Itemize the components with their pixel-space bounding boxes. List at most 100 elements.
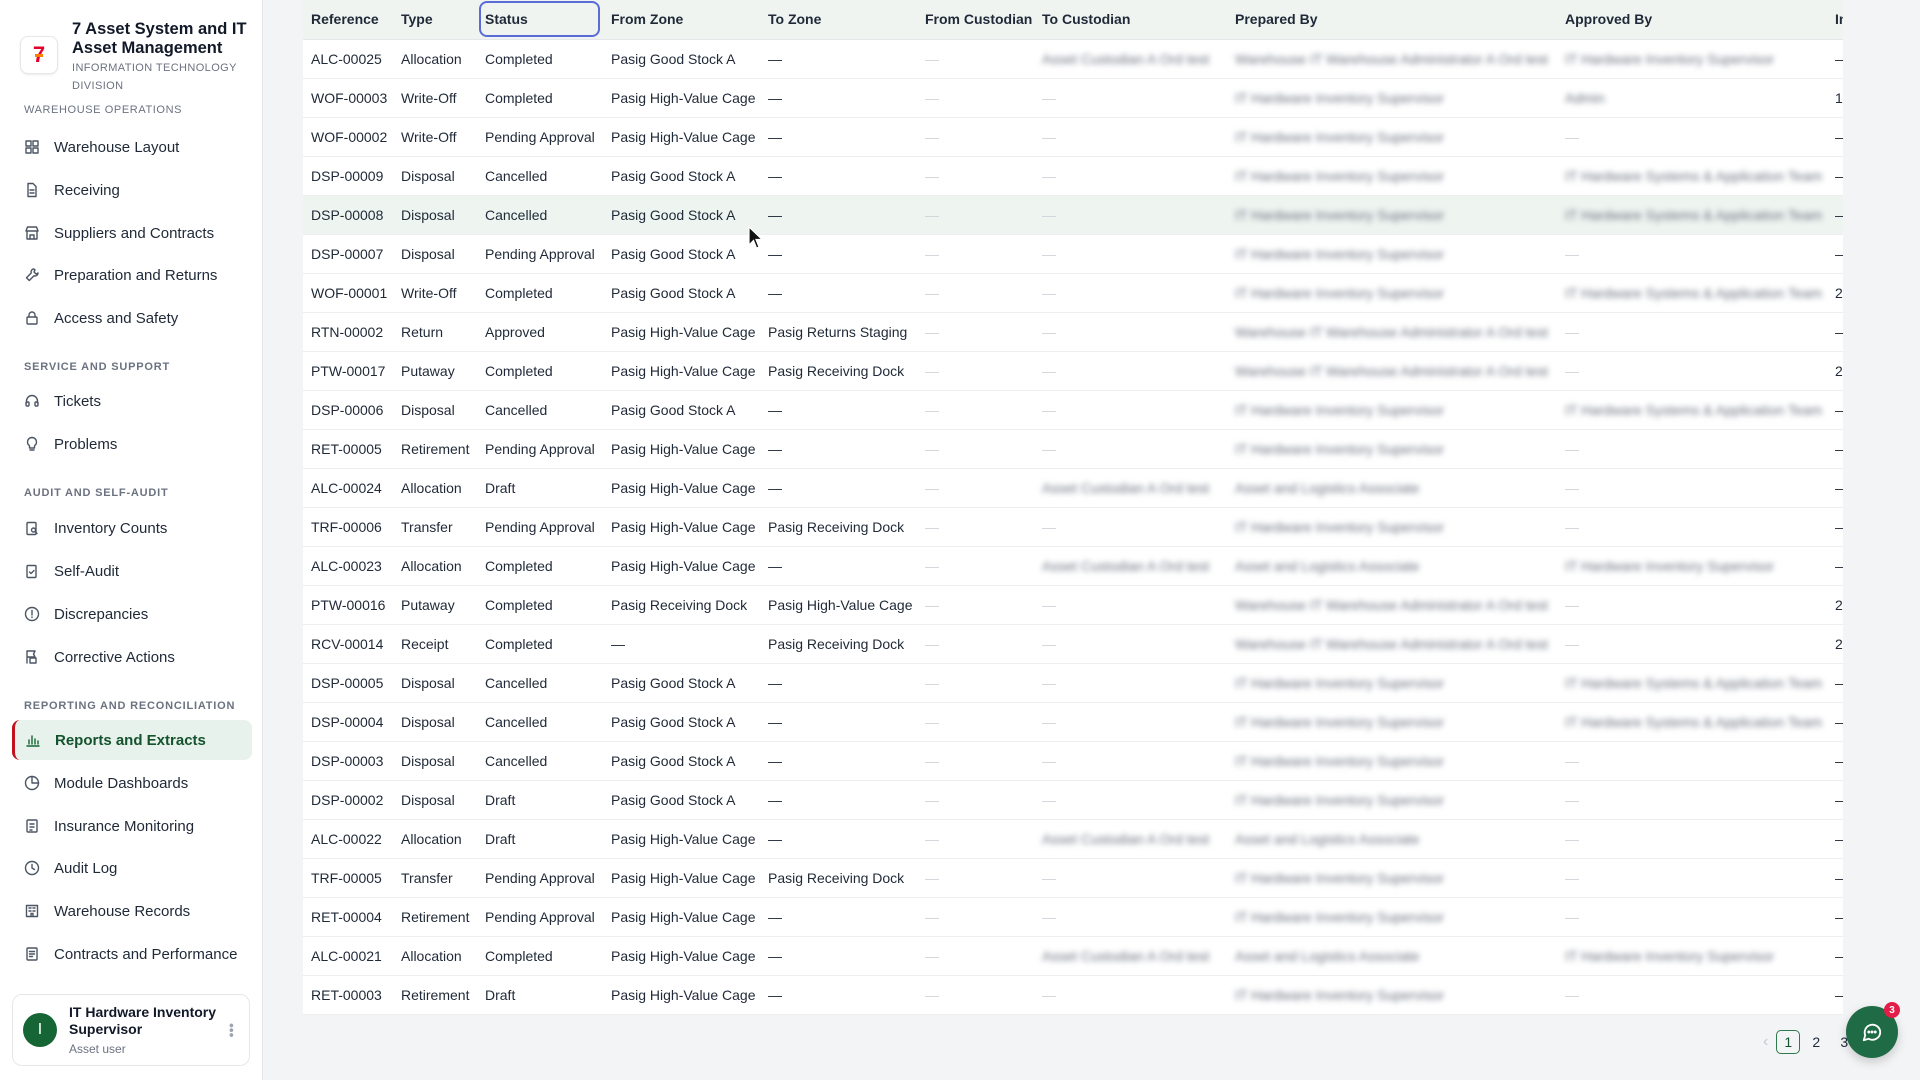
sidebar-item-problems[interactable]: Problems [12, 424, 252, 464]
sidebar-item-access-and-safety[interactable]: Access and Safety [12, 298, 252, 338]
table-cell: TRF-00005 [303, 858, 393, 898]
table-cell: — [1557, 858, 1827, 898]
table-row[interactable]: DSP-00006 Disposal Cancelled Pasig Good Sto… [303, 390, 1843, 430]
chevron-left-icon[interactable]: ‹ [1763, 1033, 1768, 1051]
sidebar-item-label: Preparation and Returns [54, 266, 218, 284]
table-row[interactable]: RTN-00002 Return Approved Pasig High-Value … [303, 312, 1843, 352]
table-cell: — [760, 195, 917, 235]
table-cell: IT Hardware Systems & Application Team [1557, 156, 1827, 196]
table-row[interactable]: DSP-00004 Disposal Cancelled Pasig Good Sto… [303, 702, 1843, 742]
table-cell: — [1034, 780, 1227, 820]
table-row[interactable]: DSP-00003 Disposal Cancelled Pasig Good Sto… [303, 741, 1843, 781]
transactions-table-container[interactable]: Reference Type Status From Zone To Zone From … [303, 0, 1843, 1015]
column-header-prepared-by[interactable]: Prepared By [1227, 0, 1557, 40]
chat-button[interactable]: 3 [1846, 1002, 1900, 1058]
table-cell: Completed [477, 351, 603, 391]
table-cell: — [917, 819, 1034, 859]
table-row[interactable]: DSP-00002 Disposal Draft Pasig Good Stock A… [303, 780, 1843, 820]
brand[interactable]: 7 7 Asset System and IT Asset Management… [20, 20, 260, 100]
notification-badge: 3 [1884, 1002, 1900, 1018]
table-row[interactable]: DSP-00007 Disposal Pending Approval Pasig G… [303, 234, 1843, 274]
table-cell: 2.3 [1827, 351, 1843, 391]
table-cell: Putaway [393, 351, 477, 391]
column-header-from-zone[interactable]: From Zone [603, 0, 760, 40]
sidebar-item-module-dashboards[interactable]: Module Dashboards [12, 763, 252, 803]
table-row[interactable]: WOF-00001 Write-Off Completed Pasig Good St… [303, 273, 1843, 313]
table-cell: — [760, 897, 917, 937]
redacted-text: IT Hardware Inventory Supervisor [1235, 791, 1445, 808]
table-row[interactable]: RET-00003 Retirement Draft Pasig High-Value… [303, 975, 1843, 1015]
table-cell: — [760, 429, 917, 469]
redacted-text: IT Hardware Inventory Supervisor [1235, 713, 1445, 730]
table-cell: — [917, 351, 1034, 391]
table-cell: Pasig High-Value Cage [760, 585, 917, 625]
table-row[interactable]: DSP-00005 Disposal Cancelled Pasig Good Sto… [303, 663, 1843, 703]
sidebar-item-discrepancies[interactable]: Discrepancies [12, 594, 252, 634]
table-row[interactable]: RET-00004 Retirement Pending Approval Pasig… [303, 897, 1843, 937]
user-name-line2: Supervisor [69, 1021, 143, 1037]
sidebar-item-self-audit[interactable]: Self-Audit [12, 551, 252, 591]
table-row[interactable]: TRF-00006 Transfer Pending Approval Pasig H… [303, 507, 1843, 547]
table-cell: — [760, 156, 917, 196]
table-cell: Warehouse IT Warehouse Administrator A O… [1227, 624, 1557, 664]
sidebar-item-receiving[interactable]: Receiving [12, 170, 252, 210]
column-header-in-tran[interactable]: In Tran [1827, 0, 1843, 40]
sidebar-item-label: Warehouse Records [54, 902, 191, 920]
table-row[interactable]: PTW-00017 Putaway Completed Pasig High-Valu… [303, 351, 1843, 391]
table-cell: Pending Approval [477, 507, 603, 547]
column-header-reference[interactable]: Reference [303, 0, 393, 40]
table-cell: Completed [477, 624, 603, 664]
brand-subtitle-line1: INFORMATION TECHNOLOGY [72, 62, 237, 74]
redacted-text: Asset and Logistics Associate [1235, 947, 1420, 964]
table-cell: — [917, 858, 1034, 898]
table-cell: — [1557, 468, 1827, 508]
sidebar-item-contracts-and-performance[interactable]: Contracts and Performance [12, 934, 252, 974]
column-header-approved-by[interactable]: Approved By [1557, 0, 1827, 40]
column-header-to-zone[interactable]: To Zone [760, 0, 917, 40]
table-cell: IT Hardware Inventory Supervisor [1227, 390, 1557, 430]
more-vertical-icon[interactable]: • • • [224, 1023, 240, 1035]
sidebar-item-inventory-counts[interactable]: Inventory Counts [12, 508, 252, 548]
sidebar-item-audit-log[interactable]: Audit Log [12, 848, 252, 888]
redacted-text: IT Hardware Systems & Application Team [1565, 713, 1823, 730]
table-row[interactable]: TRF-00005 Transfer Pending Approval Pasig H… [303, 858, 1843, 898]
redacted-text: Admin [1565, 89, 1605, 106]
sidebar-item-corrective-actions[interactable]: Corrective Actions [12, 637, 252, 677]
column-header-from-custodian[interactable]: From Custodian [917, 0, 1034, 40]
sidebar-item-preparation-and-returns[interactable]: Preparation and Returns [12, 255, 252, 295]
table-cell: Asset Custodian A Ord test [1034, 819, 1227, 859]
table-row[interactable]: DSP-00008 Disposal Cancelled Pasig Good Sto… [303, 195, 1843, 235]
table-row[interactable]: ALC-00025 Allocation Completed Pasig Good S… [303, 39, 1843, 79]
page-button-2[interactable]: 2 [1804, 1030, 1828, 1054]
table-cell: — [1827, 39, 1843, 79]
table-row[interactable]: RCV-00014 Receipt Completed — Pasig Receivin… [303, 624, 1843, 664]
sidebar-item-insurance-monitoring[interactable]: Insurance Monitoring [12, 806, 252, 846]
table-cell: — [760, 546, 917, 586]
table-cell: 2.3 [1827, 585, 1843, 625]
column-header-status[interactable]: Status [477, 0, 603, 40]
page-button-1[interactable]: 1 [1776, 1030, 1801, 1054]
sidebar-item-warehouse-records[interactable]: Warehouse Records [12, 891, 252, 931]
table-cell: Disposal [393, 702, 477, 742]
table-row[interactable]: WOF-00002 Write-Off Pending Approval Pasig … [303, 117, 1843, 157]
table-cell: — [917, 663, 1034, 703]
user-card[interactable]: I IT Hardware Inventory Supervisor Asset… [12, 994, 250, 1066]
table-row[interactable]: RET-00005 Retirement Pending Approval Pasig… [303, 429, 1843, 469]
column-header-to-custodian[interactable]: To Custodian [1034, 0, 1227, 40]
table-row[interactable]: DSP-00009 Disposal Cancelled Pasig Good Sto… [303, 156, 1843, 196]
table-row[interactable]: PTW-00016 Putaway Completed Pasig Receiving… [303, 585, 1843, 625]
sidebar-item-reports-and-extracts[interactable]: Reports and Extracts [12, 720, 252, 760]
table-row[interactable]: ALC-00023 Allocation Completed Pasig High-V… [303, 546, 1843, 586]
table-row[interactable]: WOF-00003 Write-Off Completed Pasig High-Va… [303, 78, 1843, 118]
table-row[interactable]: ALC-00022 Allocation Draft Pasig High-Value… [303, 819, 1843, 859]
redacted-text: IT Hardware Systems & Application Team [1565, 284, 1823, 301]
redacted-text: IT Hardware Inventory Supervisor [1235, 986, 1445, 1003]
table-cell: IT Hardware Inventory Supervisor [1227, 663, 1557, 703]
sidebar-item-warehouse-layout[interactable]: Warehouse Layout [12, 127, 252, 167]
table-cell: — [603, 624, 760, 664]
table-row[interactable]: ALC-00021 Allocation Completed Pasig High-V… [303, 936, 1843, 976]
sidebar-item-tickets[interactable]: Tickets [12, 381, 252, 421]
column-header-type[interactable]: Type [393, 0, 477, 40]
table-row[interactable]: ALC-00024 Allocation Draft Pasig High-Value… [303, 468, 1843, 508]
sidebar-item-suppliers-and-contracts[interactable]: Suppliers and Contracts [12, 213, 252, 253]
